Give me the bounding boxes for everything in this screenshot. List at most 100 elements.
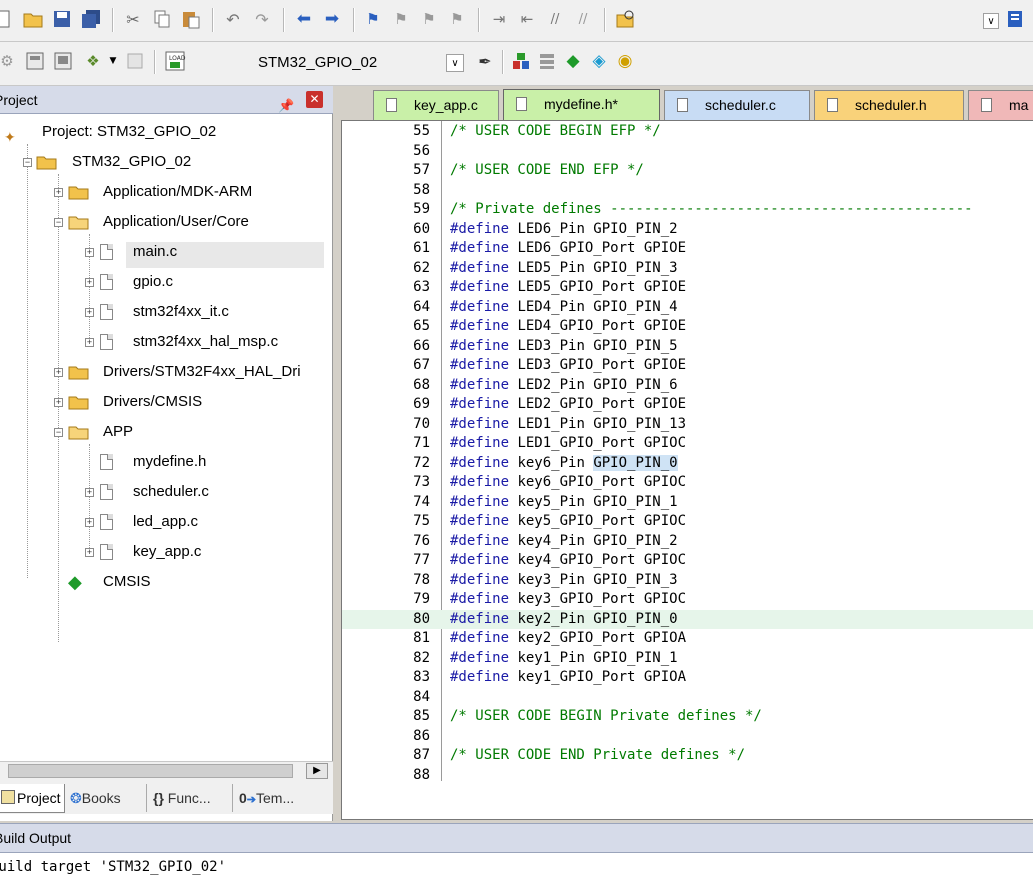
tab-project[interactable]: Project [0, 784, 65, 813]
next-bookmark-icon[interactable]: ⚑ [418, 8, 440, 30]
expand-icon[interactable]: + [85, 338, 94, 347]
code-line[interactable]: 57 /* USER CODE END EFP */ [342, 161, 1033, 181]
expand-icon[interactable]: + [54, 368, 63, 377]
expand-icon[interactable]: + [85, 488, 94, 497]
navigate-back-icon[interactable]: ⬅ [293, 8, 315, 30]
find-dropdown-arrow[interactable]: ∨ [983, 13, 999, 29]
expand-icon[interactable]: + [85, 308, 94, 317]
cut-icon[interactable]: ✂ [122, 8, 144, 30]
stop-build-icon[interactable] [124, 50, 146, 72]
code-line[interactable]: 86 [342, 727, 1033, 747]
code-line[interactable]: 56 [342, 142, 1033, 162]
batch-build-icon[interactable]: ❖ [82, 50, 104, 72]
code-line[interactable]: 82 #define key1_Pin GPIO_PIN_1 [342, 649, 1033, 669]
configure-icon[interactable] [1004, 8, 1026, 30]
code-line[interactable]: 61 #define LED6_GPIO_Port GPIOE [342, 239, 1033, 259]
code-line[interactable]: 62 #define LED5_Pin GPIO_PIN_3 [342, 259, 1033, 279]
code-line[interactable]: 84 [342, 688, 1033, 708]
open-folder-icon[interactable] [22, 8, 44, 30]
code-line[interactable]: 71 #define LED1_GPIO_Port GPIOC [342, 434, 1033, 454]
build-icon[interactable] [24, 50, 46, 72]
options-for-target-icon[interactable]: ✒ [474, 50, 496, 72]
code-line[interactable]: 70 #define LED1_Pin GPIO_PIN_13 [342, 415, 1033, 435]
code-editor[interactable]: 55 /* USER CODE BEGIN EFP */ 56 57 /* USER C… [341, 120, 1033, 835]
translate-icon[interactable]: ⚙ [0, 50, 18, 72]
run-time-env-icon[interactable]: ◆ [562, 50, 584, 72]
expand-icon[interactable]: + [85, 248, 94, 257]
navigate-forward-icon[interactable]: ➡ [321, 8, 343, 30]
file-tab-scheduler-c[interactable]: scheduler.c [664, 90, 810, 120]
indent-icon[interactable]: ⇥ [488, 8, 510, 30]
collapse-icon[interactable]: − [54, 428, 63, 437]
paste-icon[interactable] [180, 8, 202, 30]
code-line[interactable]: 72 #define key6_Pin GPIO_PIN_0 [342, 454, 1033, 474]
file-tab-scheduler-h[interactable]: scheduler.h [814, 90, 964, 120]
download-load-icon[interactable]: LOAD [164, 50, 186, 72]
code-line[interactable]: 75 #define key5_GPIO_Port GPIOC [342, 512, 1033, 532]
file-tab-main[interactable]: ma [968, 90, 1033, 120]
undo-icon[interactable]: ↶ [222, 8, 244, 30]
target-select-dropdown[interactable]: ∨ [446, 54, 464, 72]
save-icon[interactable] [51, 8, 73, 30]
code-line[interactable]: 55 /* USER CODE BEGIN EFP */ [342, 122, 1033, 142]
code-line[interactable]: 87 /* USER CODE END Private defines */ [342, 746, 1033, 766]
insert-bookmark-icon[interactable]: ⚑ [362, 8, 384, 30]
prev-bookmark-icon[interactable]: ⚑ [390, 8, 412, 30]
code-line[interactable]: 59 /* Private defines -------------------… [342, 200, 1033, 220]
code-line[interactable]: 64 #define LED4_Pin GPIO_PIN_4 [342, 298, 1033, 318]
manage-components-icon[interactable] [536, 50, 558, 72]
scroll-thumb[interactable] [8, 764, 293, 778]
save-all-icon[interactable] [80, 8, 102, 30]
code-line[interactable]: 76 #define key4_Pin GPIO_PIN_2 [342, 532, 1033, 552]
code-line[interactable]: 83 #define key1_GPIO_Port GPIOA [342, 668, 1033, 688]
code-line[interactable]: 85 /* USER CODE BEGIN Private defines */ [342, 707, 1033, 727]
line-number: 81 [413, 630, 430, 646]
code-line[interactable]: 81 #define key2_GPIO_Port GPIOA [342, 629, 1033, 649]
code-line[interactable]: 74 #define key5_Pin GPIO_PIN_1 [342, 493, 1033, 513]
code-line[interactable]: 63 #define LED5_GPIO_Port GPIOE [342, 278, 1033, 298]
code-line[interactable]: 65 #define LED4_GPIO_Port GPIOE [342, 317, 1033, 337]
project-panel-hscrollbar[interactable]: ▶ [0, 761, 333, 780]
file-tab-key-app-c[interactable]: key_app.c [373, 90, 499, 120]
collapse-icon[interactable]: − [54, 218, 63, 227]
expand-icon[interactable]: + [85, 548, 94, 557]
code-line[interactable]: 66 #define LED3_Pin GPIO_PIN_5 [342, 337, 1033, 357]
code-line[interactable]: 68 #define LED2_Pin GPIO_PIN_6 [342, 376, 1033, 396]
clear-bookmarks-icon[interactable]: ⚑ [446, 8, 468, 30]
find-in-files-icon[interactable] [614, 8, 636, 30]
code-line[interactable]: 69 #define LED2_GPIO_Port GPIOE [342, 395, 1033, 415]
copy-icon[interactable] [151, 8, 173, 30]
pin-icon[interactable]: 📌 [278, 92, 294, 120]
tab-books[interactable]: ❂Books [70, 784, 121, 812]
tab-templates[interactable]: 0➔Tem... [232, 784, 294, 812]
pack-installer-icon[interactable]: ◈ [588, 50, 610, 72]
batch-dropdown-icon[interactable]: ▼ [102, 50, 124, 72]
code-line[interactable]: 58 [342, 181, 1033, 201]
unindent-icon[interactable]: ⇤ [516, 8, 538, 30]
expand-icon[interactable]: + [54, 188, 63, 197]
tab-functions[interactable]: {} Func... [146, 784, 211, 812]
expand-icon[interactable]: + [85, 278, 94, 287]
file-tab-mydefine-h[interactable]: mydefine.h* [503, 89, 660, 120]
expand-icon[interactable]: + [54, 398, 63, 407]
expand-icon[interactable]: + [85, 518, 94, 527]
code-line[interactable]: 80 #define key2_Pin GPIO_PIN_0 [342, 609, 1033, 629]
code-line[interactable]: 78 #define key3_Pin GPIO_PIN_3 [342, 571, 1033, 591]
close-icon[interactable]: ✕ [306, 91, 323, 108]
uncomment-icon[interactable]: // [572, 8, 594, 30]
collapse-icon[interactable]: − [23, 158, 32, 167]
file-extensions-icon[interactable] [510, 50, 532, 72]
select-software-packs-icon[interactable]: ◉ [614, 50, 636, 72]
code-line[interactable]: 77 #define key4_GPIO_Port GPIOC [342, 551, 1033, 571]
rebuild-icon[interactable] [52, 50, 74, 72]
comment-icon[interactable]: // [544, 8, 566, 30]
code-line[interactable]: 73 #define key6_GPIO_Port GPIOC [342, 473, 1033, 493]
code-line[interactable]: 67 #define LED3_GPIO_Port GPIOE [342, 356, 1033, 376]
code-line[interactable]: 60 #define LED6_Pin GPIO_PIN_2 [342, 220, 1033, 240]
scroll-right-arrow-icon[interactable]: ▶ [306, 763, 328, 779]
code-line[interactable]: 79 #define key3_GPIO_Port GPIOC [342, 590, 1033, 610]
new-file-icon[interactable] [0, 8, 14, 30]
code-line[interactable]: 88 [342, 766, 1033, 786]
redo-icon[interactable]: ↷ [251, 8, 273, 30]
code-text: #define LED4_GPIO_Port GPIOE [450, 318, 687, 334]
